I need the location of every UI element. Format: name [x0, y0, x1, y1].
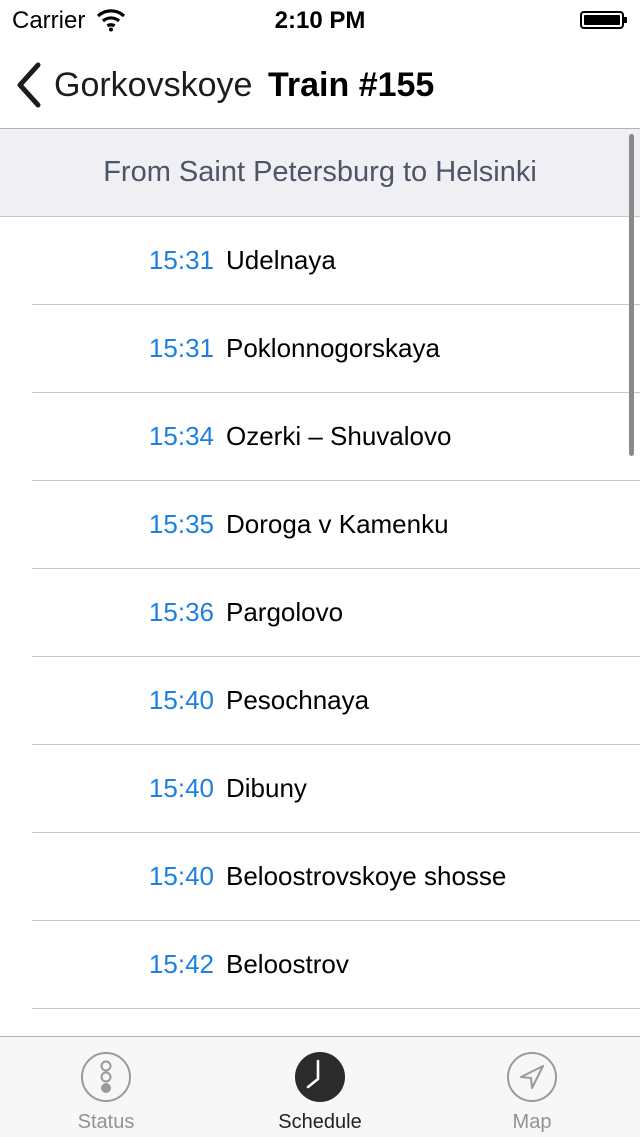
- tab-schedule-label: Schedule: [278, 1111, 362, 1133]
- schedule-list[interactable]: 15:31 Udelnaya 15:31 Poklonnogorskaya 15:3…: [0, 217, 640, 1035]
- stop-station: Beloostrovskoye shosse: [226, 861, 507, 891]
- route-label: From Saint Petersburg to Helsinki: [103, 156, 537, 188]
- stop-time: 15:40: [148, 685, 214, 715]
- list-item[interactable]: 15:40 Pesochnaya: [32, 657, 640, 745]
- battery-icon: [580, 11, 627, 29]
- list-item[interactable]: 15:34 Ozerki – Shuvalovo: [32, 393, 640, 481]
- tab-status[interactable]: Status: [6, 1037, 206, 1137]
- tab-map-label: Map: [512, 1111, 552, 1133]
- stop-time: 15:42: [148, 949, 214, 979]
- list-item[interactable]: 15:35 Doroga v Kamenku: [32, 481, 640, 569]
- stop-time: 15:31: [148, 333, 214, 363]
- stop-station: Beloostrov: [226, 949, 349, 979]
- stop-time: 15:40: [148, 773, 214, 803]
- stop-station: Doroga v Kamenku: [226, 509, 449, 539]
- status-bar: Carrier 2:10 PM: [0, 0, 640, 40]
- stop-time: 15:40: [148, 861, 214, 891]
- list-item[interactable]: 15:36 Pargolovo: [32, 569, 640, 657]
- stop-station: Pargolovo: [226, 597, 344, 627]
- back-button[interactable]: Gorkovskoye: [54, 66, 252, 105]
- stop-time: 15:34: [148, 421, 214, 451]
- stop-station: Dibuny: [226, 773, 307, 803]
- list-item[interactable]: 15:40 Beloostrovskoye shosse: [32, 833, 640, 921]
- list-item[interactable]: 15:40 Dibuny: [32, 745, 640, 833]
- tab-map[interactable]: Map: [432, 1037, 632, 1137]
- tab-bar: Status Schedule Map: [0, 1036, 640, 1137]
- stop-time: 15:31: [148, 245, 214, 275]
- clock-icon: [295, 1052, 345, 1102]
- list-item[interactable]: 15:31 Udelnaya: [32, 217, 640, 305]
- clock-time: 2:10 PM: [274, 7, 366, 34]
- stop-station: Udelnaya: [226, 245, 336, 275]
- stop-time: 15:35: [148, 509, 214, 539]
- traffic-light-icon: [81, 1052, 131, 1102]
- page-title: Train #155: [268, 66, 435, 104]
- scroll-indicator[interactable]: [629, 134, 634, 456]
- list-item[interactable]: 15:31 Poklonnogorskaya: [32, 305, 640, 393]
- back-chevron-icon[interactable]: [14, 62, 44, 108]
- route-header: From Saint Petersburg to Helsinki: [0, 129, 640, 217]
- tab-schedule[interactable]: Schedule: [220, 1037, 420, 1137]
- navigation-bar: Gorkovskoye Train #155: [0, 40, 640, 129]
- stop-station: Poklonnogorskaya: [226, 333, 440, 363]
- tab-status-label: Status: [77, 1111, 135, 1133]
- stop-station: Ozerki – Shuvalovo: [226, 421, 452, 451]
- list-item[interactable]: 15:42 Beloostrov: [32, 921, 640, 1009]
- stop-time: 15:36: [148, 597, 214, 627]
- location-arrow-icon: [507, 1052, 557, 1102]
- stop-station: Pesochnaya: [226, 685, 370, 715]
